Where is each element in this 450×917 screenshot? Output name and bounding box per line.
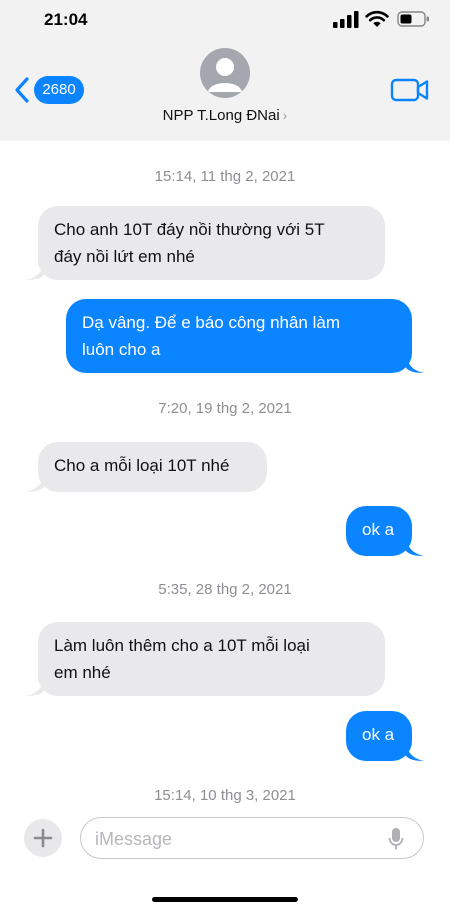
message-line: ok a: [362, 520, 395, 539]
incoming-message-bubble[interactable]: Làm luôn thêm cho a 10T mỗi loại em nhé: [38, 622, 385, 696]
unread-count-badge: 2680: [34, 76, 84, 104]
incoming-bubble-tail: [26, 477, 44, 492]
incoming-bubble-tail: [26, 681, 44, 696]
plus-icon[interactable]: [24, 819, 62, 857]
outgoing-message-bubble[interactable]: Dạ vâng. Để e báo công nhân làm luôn cho…: [66, 299, 412, 373]
outgoing-message-bubble[interactable]: ok a: [346, 711, 412, 761]
home-indicator[interactable]: [152, 897, 298, 902]
wifi-icon: [365, 10, 389, 27]
incoming-message-bubble[interactable]: Cho a mỗi loại 10T nhé: [38, 442, 267, 492]
status-time: 21:04: [44, 10, 88, 29]
timestamp: 15:14, 11 thg 2, 2021: [154, 168, 296, 185]
messages-screen: 21:04 2680 NPP T.Long ĐNai › 15:14, 11 t…: [0, 0, 450, 917]
back-button[interactable]: 2680: [12, 74, 84, 106]
incoming-bubble-tail: [26, 265, 44, 280]
message-input-container[interactable]: [80, 817, 424, 859]
message-line: em nhé: [54, 663, 111, 682]
outgoing-bubble-tail: [406, 541, 424, 556]
incoming-message-bubble[interactable]: Cho anh 10T đáy nồi thường với 5T đáy nồ…: [38, 206, 385, 280]
message-thread[interactable]: 15:14, 11 thg 2, 2021 Cho anh 10T đáy nồ…: [0, 141, 450, 807]
contact-name-label: NPP T.Long ĐNai: [162, 107, 280, 124]
message-input[interactable]: [93, 825, 387, 853]
status-bar: 21:04: [0, 0, 450, 40]
compose-bar: [0, 807, 450, 917]
timestamp: 15:14, 10 thg 3, 2021: [154, 787, 296, 804]
timestamp: 7:20, 19 thg 2, 2021: [158, 400, 292, 417]
contact-name[interactable]: NPP T.Long ĐNai ›: [0, 107, 450, 124]
outgoing-bubble-tail: [406, 746, 424, 761]
message-line: luôn cho a: [82, 340, 161, 359]
cellular-signal-icon: [333, 11, 359, 28]
contact-chevron-icon: ›: [282, 107, 288, 123]
outgoing-bubble-tail: [406, 358, 424, 373]
message-line: đáy nồi lứt em nhé: [54, 247, 195, 266]
timestamp: 5:35, 28 thg 2, 2021: [158, 581, 292, 598]
message-line: Cho a mỗi loại 10T nhé: [54, 456, 230, 475]
battery-icon: [397, 11, 429, 27]
contact-avatar-icon[interactable]: [200, 48, 250, 98]
message-line: Làm luôn thêm cho a 10T mỗi loại: [54, 636, 310, 655]
message-line: ok a: [362, 725, 395, 744]
conversation-header: 21:04 2680 NPP T.Long ĐNai ›: [0, 0, 450, 141]
microphone-icon[interactable]: [388, 827, 404, 851]
video-camera-icon[interactable]: [390, 77, 430, 103]
message-line: Dạ vâng. Để e báo công nhân làm: [82, 313, 341, 332]
outgoing-message-bubble[interactable]: ok a: [346, 506, 412, 556]
message-line: Cho anh 10T đáy nồi thường với 5T: [54, 220, 325, 239]
back-chevron-icon: [15, 77, 29, 103]
